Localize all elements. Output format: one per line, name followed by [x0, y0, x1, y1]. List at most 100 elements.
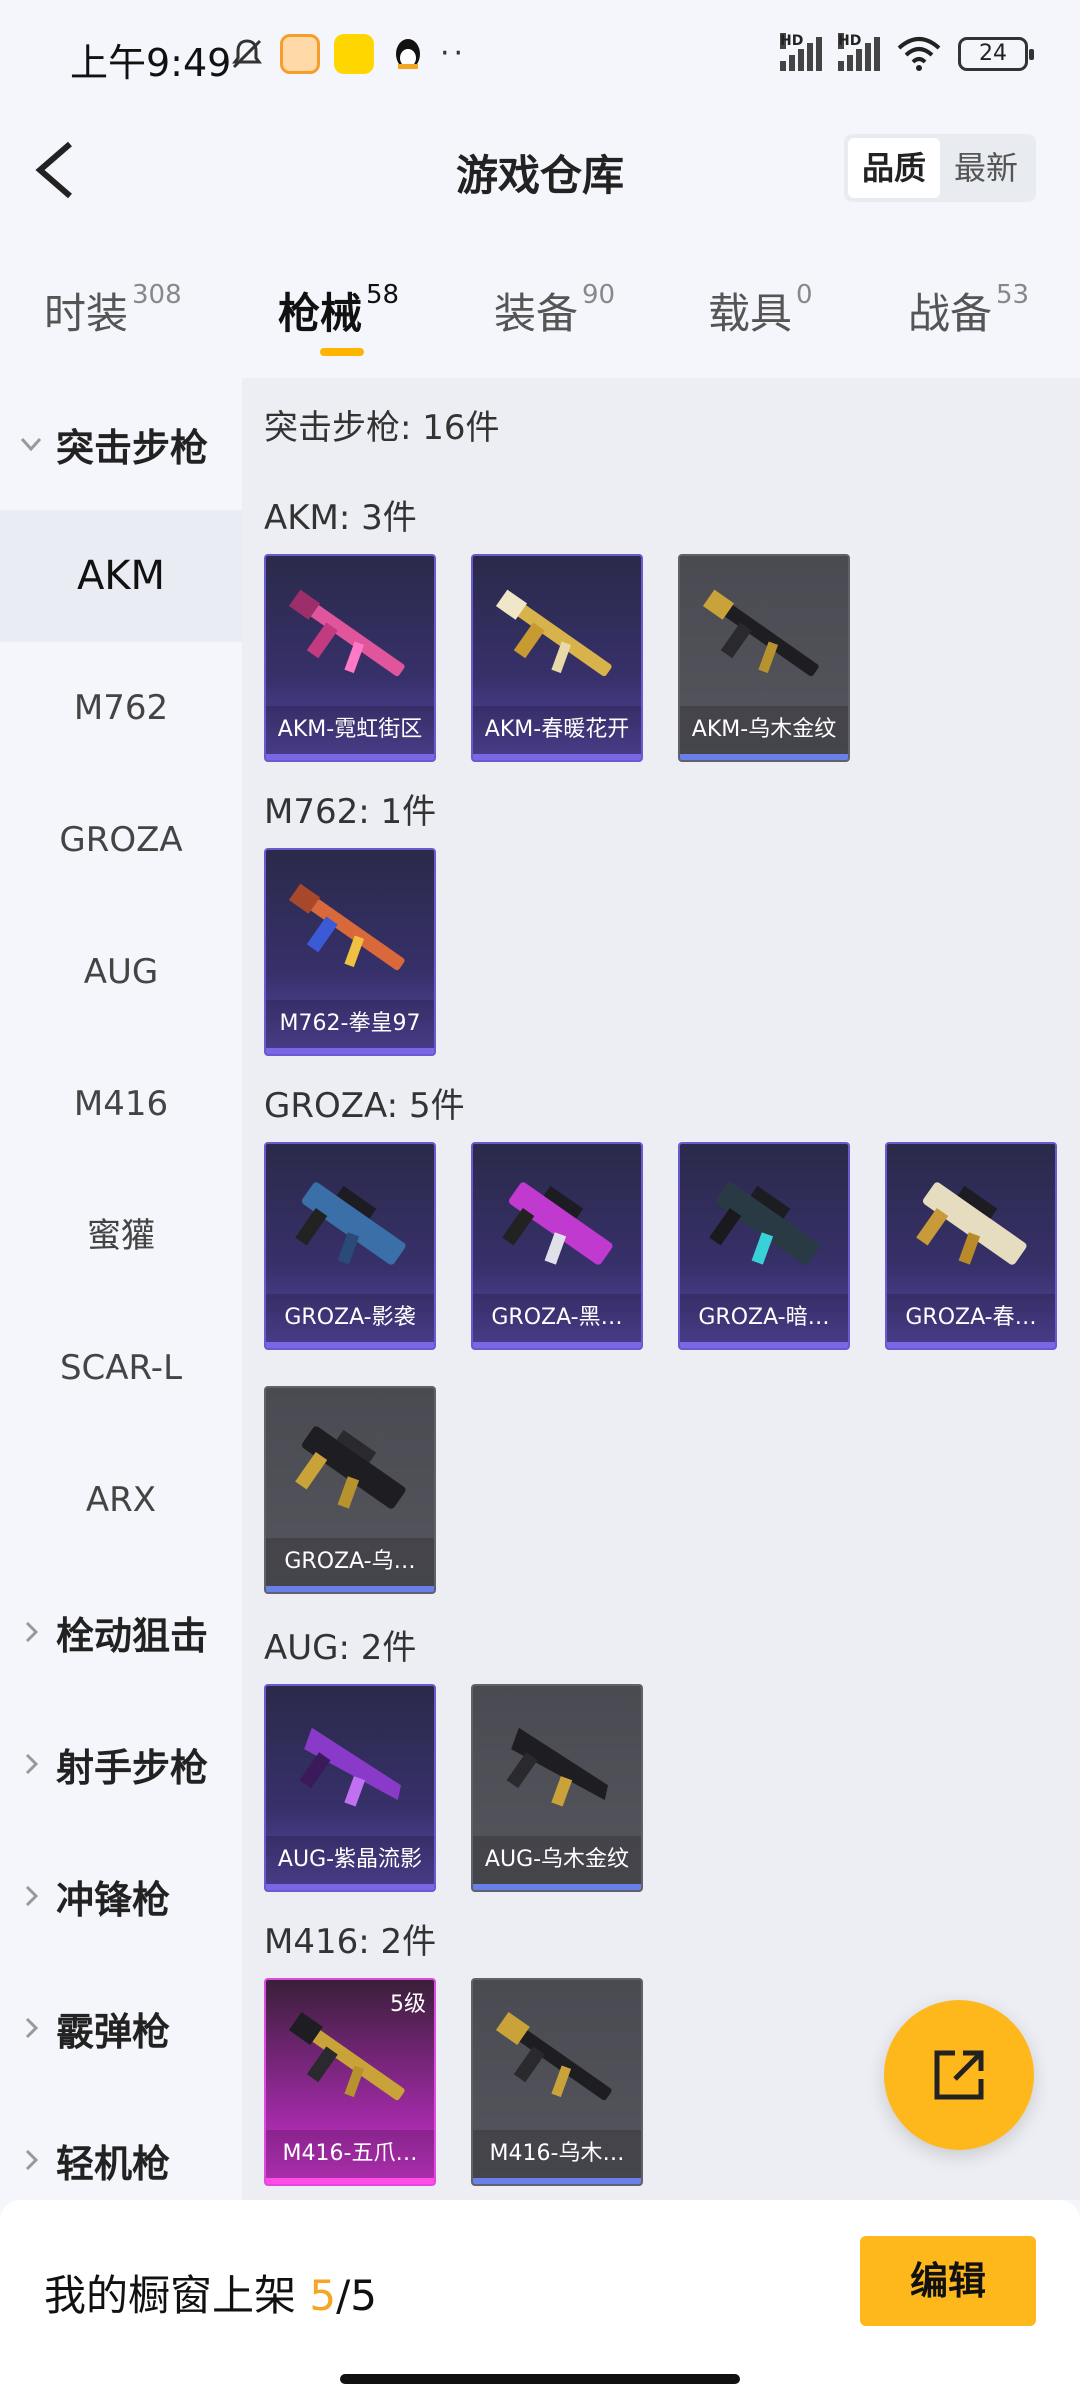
tab-equipment[interactable]: 装备 90 [494, 280, 615, 341]
rarity-bar [266, 1884, 434, 1890]
rarity-bar [266, 754, 434, 760]
weapon-card[interactable]: AKM-春暖花开 [471, 554, 643, 762]
sidebar-category-bolt-sniper[interactable]: 栓动狙击 [0, 1566, 242, 1698]
sidebar-item-aug[interactable]: AUG [0, 906, 242, 1038]
signal-icon: HD [838, 33, 880, 71]
weapon-name: GROZA-春… [887, 1294, 1055, 1342]
weapon-card[interactable]: M762-拳皇97 [264, 848, 436, 1056]
weapon-name: M416-五爪… [266, 2130, 434, 2178]
sidebar-item-arx[interactable]: ARX [0, 1434, 242, 1566]
weapon-name: AKM-霓虹街区 [266, 706, 434, 754]
rarity-bar [473, 1342, 641, 1348]
share-external-icon [934, 2050, 984, 2100]
rifle-skin-icon [916, 1182, 1027, 1265]
rarity-bar [473, 754, 641, 760]
showcase-current-count: 5 [309, 2271, 337, 2320]
category-tabs: 时装 308 枪械 58 装备 90 载具 0 战备 53 [0, 260, 1080, 370]
more-notifications-icon: ·· [440, 36, 468, 71]
weapon-card[interactable]: GROZA-春… [885, 1142, 1057, 1350]
rarity-bar [473, 2178, 641, 2184]
qq-penguin-icon [396, 39, 420, 69]
share-button[interactable] [884, 2000, 1034, 2150]
rarity-bar [266, 1586, 434, 1592]
edit-button[interactable]: 编辑 [860, 2236, 1036, 2326]
showcase-total: /5 [336, 2271, 377, 2320]
weapon-name: M416-乌木… [473, 2130, 641, 2178]
tab-fashion[interactable]: 时装 308 [44, 280, 182, 341]
chevron-right-icon [25, 1753, 39, 1775]
tab-weapons[interactable]: 枪械 58 [278, 280, 399, 341]
weapon-card[interactable]: GROZA-影袭 [264, 1142, 436, 1350]
rifle-skin-icon [502, 1182, 613, 1265]
weapon-card[interactable]: M416-乌木… [471, 1978, 643, 2186]
app-notification-icon [280, 34, 320, 74]
weapon-card[interactable]: AUG-乌木金纹 [471, 1684, 643, 1892]
rarity-bar [266, 2178, 434, 2184]
status-time: 上午9:49 [70, 41, 232, 85]
chevron-right-icon [25, 1621, 39, 1643]
rifle-skin-icon [506, 1727, 608, 1807]
rifle-skin-icon [295, 1182, 406, 1265]
sidebar-category-assault-rifles[interactable]: 突击步枪 [0, 378, 242, 510]
tab-vehicles[interactable]: 载具 0 [708, 280, 813, 341]
sidebar-item-groza[interactable]: GROZA [0, 774, 242, 906]
sidebar-item-akm[interactable]: AKM [0, 510, 242, 642]
weapon-card[interactable]: 5级 M416-五爪… [264, 1978, 436, 2186]
sort-toggle: 品质 最新 [844, 134, 1036, 202]
weapon-name: AKM-春暖花开 [473, 706, 641, 754]
chevron-right-icon [25, 1885, 39, 1907]
home-indicator[interactable] [340, 2374, 740, 2384]
weapon-name: AUG-乌木金纹 [473, 1836, 641, 1884]
showcase-bar: 我的橱窗上架 5/5 编辑 [0, 2200, 1080, 2400]
rifle-skin-icon [288, 883, 405, 971]
weapon-name: M762-拳皇97 [266, 1000, 434, 1048]
sidebar-item-scar-l[interactable]: SCAR-L [0, 1302, 242, 1434]
rifle-skin-icon [495, 589, 612, 677]
status-bar: 上午9:49 ·· HD HD 24 [0, 0, 1080, 120]
sidebar-category-marksman[interactable]: 射手步枪 [0, 1698, 242, 1830]
battery-icon: 24 [958, 37, 1034, 71]
rifle-skin-icon [702, 589, 819, 677]
group-title: M416: 2件 [264, 1922, 437, 1962]
rarity-bar [266, 1048, 434, 1054]
rifle-skin-icon [295, 1426, 406, 1509]
category-summary: 突击步枪: 16件 [264, 408, 500, 448]
weapon-card[interactable]: AUG-紫晶流影 [264, 1684, 436, 1892]
sidebar-category-lmg[interactable]: 轻机枪 [0, 2094, 242, 2200]
rarity-bar [473, 1884, 641, 1890]
header: 游戏仓库 品质 最新 [0, 120, 1080, 220]
group-title: AKM: 3件 [264, 498, 417, 538]
weapon-name: AKM-乌木金纹 [680, 706, 848, 754]
group-title: AUG: 2件 [264, 1628, 417, 1668]
chevron-right-icon [25, 2017, 39, 2039]
sidebar-category-smg[interactable]: 冲锋枪 [0, 1830, 242, 1962]
weapon-name: GROZA-乌… [266, 1538, 434, 1586]
sidebar-item-m416[interactable]: M416 [0, 1038, 242, 1170]
signal-icon: HD [780, 33, 822, 71]
rarity-bar [680, 1342, 848, 1348]
app-notification-icon [334, 34, 374, 74]
rifle-skin-icon [495, 2012, 612, 2101]
group-title: GROZA: 5件 [264, 1086, 465, 1126]
tab-supplies[interactable]: 战备 53 [908, 280, 1029, 341]
weapon-card[interactable]: AKM-乌木金纹 [678, 554, 850, 762]
sidebar-item-honey-badger[interactable]: 蜜獾 [0, 1170, 242, 1302]
sidebar-category-shotgun[interactable]: 霰弹枪 [0, 1962, 242, 2094]
sort-quality-button[interactable]: 品质 [848, 138, 940, 198]
rifle-skin-icon [299, 1727, 401, 1807]
sidebar: 突击步枪 AKM M762 GROZA AUG M416 蜜獾 SCAR-L A… [0, 378, 242, 2200]
weapon-name: GROZA-暗… [680, 1294, 848, 1342]
weapon-card[interactable]: GROZA-黑… [471, 1142, 643, 1350]
rarity-bar [887, 1342, 1055, 1348]
sidebar-item-m762[interactable]: M762 [0, 642, 242, 774]
sort-newest-button[interactable]: 最新 [940, 138, 1032, 198]
chevron-down-icon [20, 437, 42, 452]
notification-icons [228, 34, 428, 74]
weapon-card[interactable]: GROZA-乌… [264, 1386, 436, 1594]
wifi-icon [897, 37, 941, 71]
chevron-right-icon [25, 2149, 39, 2171]
active-tab-indicator [320, 348, 364, 356]
weapon-card[interactable]: AKM-霓虹街区 [264, 554, 436, 762]
system-icons: HD HD 24 [780, 33, 1034, 72]
weapon-card[interactable]: GROZA-暗… [678, 1142, 850, 1350]
